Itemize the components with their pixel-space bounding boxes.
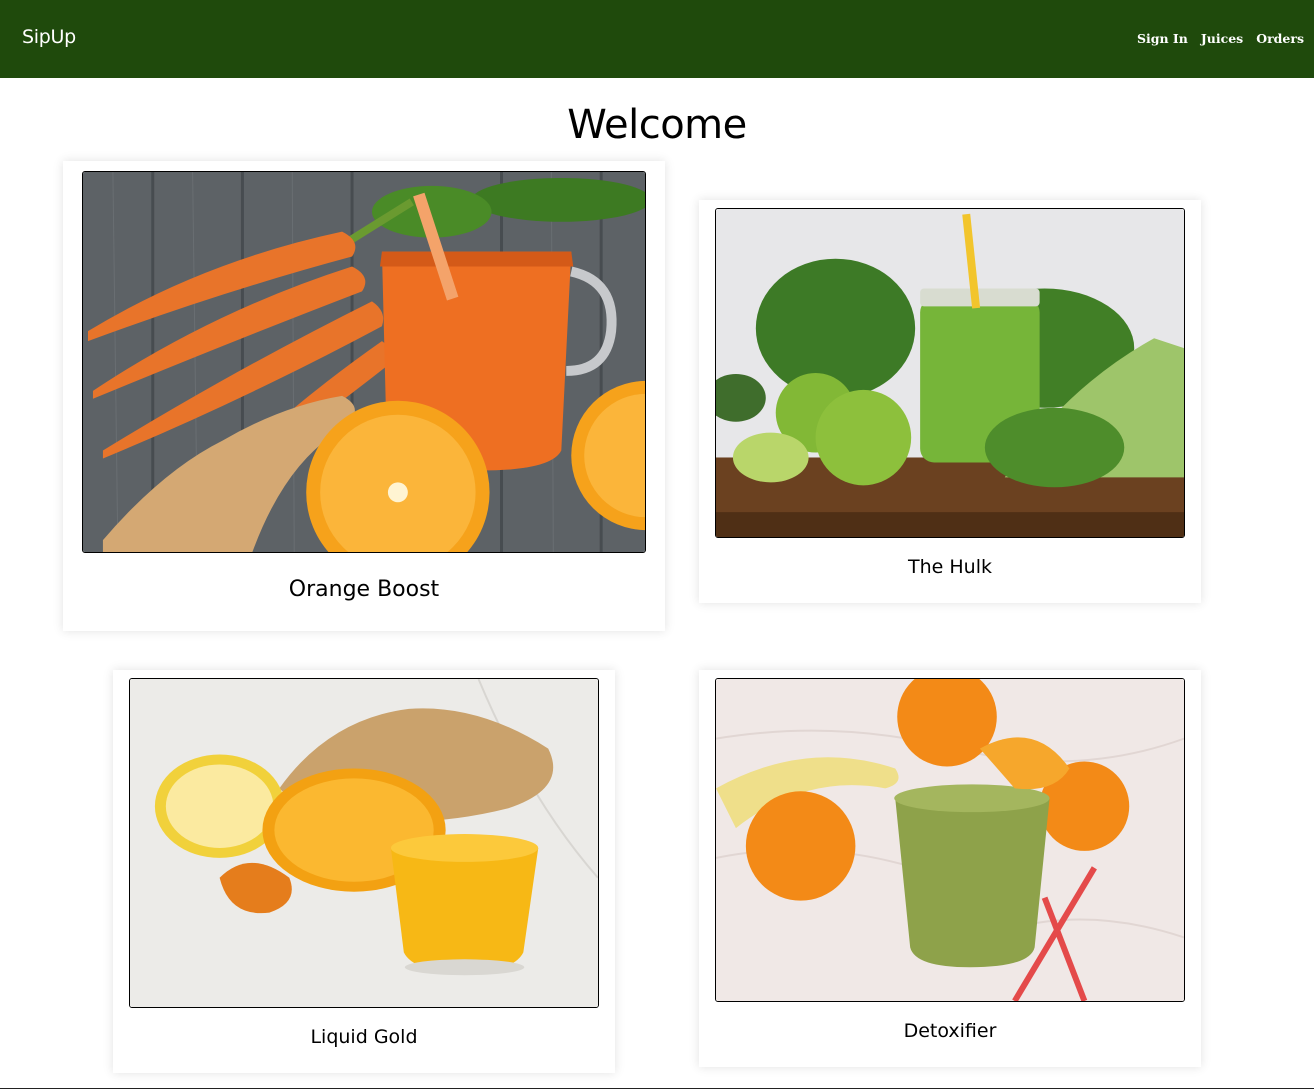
juice-title[interactable]: The Hulk (699, 556, 1201, 578)
juice-card-orange-boost[interactable]: Orange Boost (63, 161, 665, 631)
juice-card-liquid-gold[interactable]: Liquid Gold (113, 670, 615, 1073)
navbar: SipUp Sign In Juices Orders (0, 0, 1314, 78)
juice-title[interactable]: Liquid Gold (113, 1026, 615, 1048)
nav-links: Sign In Juices Orders (1137, 31, 1304, 46)
nav-link-orders[interactable]: Orders (1256, 31, 1304, 46)
juice-card-detoxifier[interactable]: Detoxifier (699, 670, 1201, 1067)
juice-photo-detoxifier[interactable] (715, 678, 1185, 1002)
juice-card-the-hulk[interactable]: The Hulk (699, 200, 1201, 603)
nav-link-juices[interactable]: Juices (1201, 31, 1243, 46)
juice-title[interactable]: Orange Boost (63, 577, 665, 602)
juice-photo-liquid-gold[interactable] (129, 678, 599, 1008)
juice-photo-the-hulk[interactable] (715, 208, 1185, 538)
page-title: Welcome (567, 102, 747, 148)
juice-photo-orange-boost[interactable] (82, 171, 646, 553)
juice-title[interactable]: Detoxifier (699, 1020, 1201, 1042)
page: SipUp Sign In Juices Orders Welcome Oran… (0, 0, 1314, 1089)
nav-link-sign-in[interactable]: Sign In (1137, 31, 1188, 46)
brand-logo[interactable]: SipUp (22, 26, 76, 48)
